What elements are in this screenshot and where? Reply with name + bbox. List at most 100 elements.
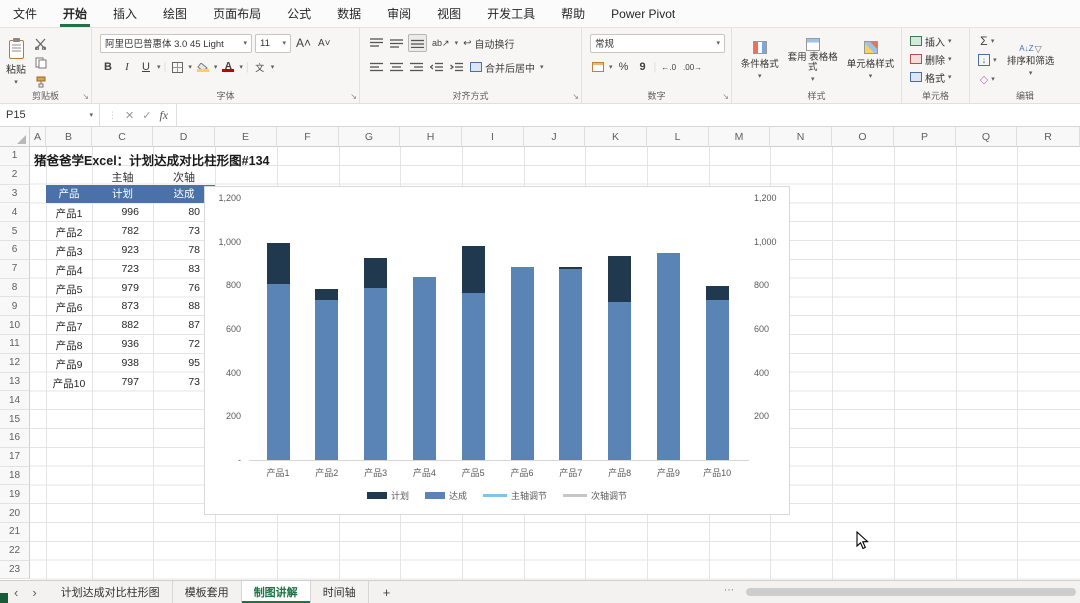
new-sheet-button[interactable]: + xyxy=(369,581,405,603)
y-axis-tick-right: 1,200 xyxy=(754,193,777,203)
percent-style-button[interactable]: % xyxy=(616,58,632,76)
next-sheet-icon[interactable]: › xyxy=(32,585,36,600)
chevron-down-icon: ▾ xyxy=(14,78,18,86)
dialog-launcher-icon[interactable]: ↘ xyxy=(572,92,579,101)
name-box[interactable]: P15 ▾ xyxy=(0,104,100,126)
legend-item-计划: 计划 xyxy=(366,489,409,502)
align-bottom-button[interactable] xyxy=(408,34,427,52)
ribbon-tab-file[interactable]: 文件 xyxy=(0,0,50,27)
underline-button[interactable]: U xyxy=(138,58,154,76)
group-alignment: ab↗ ▾ ↩ 自动换行 合并后居中 ▾ 对齐方式 ↘ xyxy=(360,28,582,103)
format-cells-button[interactable]: 格式 xyxy=(925,70,945,85)
ribbon-tab-1[interactable]: 开始 xyxy=(50,0,100,27)
enter-icon[interactable]: ✓ xyxy=(142,109,151,122)
dialog-launcher-icon[interactable]: ↘ xyxy=(82,92,89,101)
font-color-button[interactable]: A xyxy=(220,58,236,76)
ribbon-tab-10[interactable]: 帮助 xyxy=(548,0,598,27)
ribbon-tab-6[interactable]: 数据 xyxy=(324,0,374,27)
conditional-formatting-button[interactable]: 条件格式 ▾ xyxy=(741,32,779,89)
align-top-button[interactable] xyxy=(368,34,385,52)
prev-sheet-icon[interactable]: ‹ xyxy=(14,585,18,600)
horizontal-scrollbar[interactable] xyxy=(746,588,1076,596)
ribbon-tab-2[interactable]: 插入 xyxy=(100,0,150,27)
cell-styles-button[interactable]: 单元格样式 ▾ xyxy=(847,32,894,89)
merge-center-button[interactable]: 合并后居中 xyxy=(468,58,537,76)
align-center-button[interactable] xyxy=(388,58,405,76)
delete-cells-button[interactable]: 删除 xyxy=(925,52,945,67)
chevron-down-icon: ▾ xyxy=(868,73,873,80)
legend-swatch xyxy=(366,492,387,499)
clear-button[interactable]: ◇ ▾ xyxy=(976,70,999,88)
paste-button[interactable]: 粘贴 ▾ xyxy=(6,32,26,91)
category-label: 产品6 xyxy=(510,468,534,478)
sheet-tab-2[interactable]: 模板套用 xyxy=(173,581,242,603)
wrap-text-button[interactable]: ↩ 自动换行 xyxy=(461,34,516,52)
sort-filter-button[interactable]: A↓Z ▽ 排序和筛选 ▾ xyxy=(1005,32,1057,89)
worksheet[interactable]: ABCDEFGHIJKLMNOPQR 1 2 3 4 5 6 7 8 9 10 11 12 13 14 15… xyxy=(0,127,1080,580)
ribbon-tab-11[interactable]: Power Pivot xyxy=(598,0,688,27)
italic-button[interactable]: I xyxy=(119,58,135,76)
decrease-indent-button[interactable] xyxy=(428,58,445,76)
insert-cells-button[interactable]: 插入 xyxy=(925,34,945,49)
y-axis-tick-left: 1,200 xyxy=(218,193,241,203)
chevron-down-icon: ▾ xyxy=(540,64,544,71)
chart-object[interactable]: 1,200 1,000 800 600 400 200 - 1,200 1,000 800 600 4… xyxy=(204,186,790,515)
ribbon-tab-8[interactable]: 视图 xyxy=(424,0,474,27)
format-as-table-button[interactable]: 套用 表格格式 ▾ xyxy=(787,32,839,89)
dialog-launcher-icon[interactable]: ↘ xyxy=(350,92,357,101)
plan-value-cell: 979 xyxy=(121,281,139,294)
sheet-tab-4[interactable]: 时间轴 xyxy=(311,581,369,603)
category-label: 产品2 xyxy=(315,468,339,478)
fill-button[interactable]: ↓ ▾ xyxy=(976,51,999,69)
align-middle-button[interactable] xyxy=(388,34,405,52)
bold-button[interactable]: B xyxy=(100,58,116,76)
increase-decimal-button[interactable]: ←.0 xyxy=(659,58,678,76)
chevron-down-icon: ▾ xyxy=(454,40,459,47)
achieved-bar xyxy=(608,301,632,460)
sheet-tab-bar: ‹ › 计划达成对比柱形图 模板套用 制图讲解 时间轴 + ⋯ xyxy=(0,580,1080,603)
ribbon-tab-3[interactable]: 绘图 xyxy=(150,0,200,27)
borders-button[interactable] xyxy=(169,58,185,76)
y-axis-tick-left: 400 xyxy=(225,367,241,378)
ribbon-tab-7[interactable]: 审阅 xyxy=(374,0,424,27)
chevron-down-icon: ▾ xyxy=(157,64,161,71)
chevron-down-icon: ▾ xyxy=(213,64,218,71)
product-name-cell: 产品9 xyxy=(55,358,83,371)
more-icon[interactable]: ⋯ xyxy=(724,585,734,596)
orientation-button[interactable]: ab↗ xyxy=(430,34,452,52)
autosum-button[interactable]: Σ ▾ xyxy=(976,32,999,50)
comma-style-button[interactable]: 9 xyxy=(635,58,651,76)
sheet-tab-1[interactable]: 计划达成对比柱形图 xyxy=(49,581,173,603)
achieved-bar xyxy=(364,287,388,460)
decrease-font-button[interactable]: A˅ xyxy=(316,34,333,52)
ribbon-tab-4[interactable]: 页面布局 xyxy=(200,0,274,27)
align-left-button[interactable] xyxy=(368,58,385,76)
ribbon-tab-9[interactable]: 开发工具 xyxy=(474,0,548,27)
formula-input[interactable] xyxy=(177,104,1080,126)
insert-function-icon[interactable]: fx xyxy=(159,108,168,123)
cancel-icon[interactable]: ✕ xyxy=(125,109,134,122)
accounting-format-button[interactable] xyxy=(590,58,606,76)
font-size-select[interactable]: 11 ▾ xyxy=(255,33,291,53)
number-format-select[interactable]: 常规 ▾ xyxy=(590,33,725,53)
copy-button[interactable] xyxy=(32,54,49,72)
increase-font-button[interactable]: A˄ xyxy=(294,34,313,52)
font-name-select[interactable]: 阿里巴巴普惠体 3.0 45 Light ▾ xyxy=(100,33,252,53)
fill-color-button[interactable] xyxy=(195,58,211,76)
dialog-launcher-icon[interactable]: ↘ xyxy=(722,92,729,101)
category-label: 产品10 xyxy=(703,468,732,478)
plan-value-cell: 782 xyxy=(121,225,139,238)
increase-indent-button[interactable] xyxy=(448,58,465,76)
chevron-down-icon: ▾ xyxy=(948,74,952,81)
achieved-bar xyxy=(559,268,583,460)
cut-button[interactable] xyxy=(32,35,49,53)
sheet-tab-3[interactable]: 制图讲解 xyxy=(241,581,311,603)
chevron-down-icon: ▾ xyxy=(89,112,93,119)
plan-value-cell: 797 xyxy=(121,375,139,388)
name-box-value: P15 xyxy=(6,109,26,121)
phonetic-button[interactable]: 文 xyxy=(252,58,268,76)
decrease-decimal-button[interactable]: .00→ xyxy=(681,58,704,76)
legend-label: 计划 xyxy=(390,491,409,501)
ribbon-tab-5[interactable]: 公式 xyxy=(274,0,324,27)
align-right-button[interactable] xyxy=(408,58,425,76)
